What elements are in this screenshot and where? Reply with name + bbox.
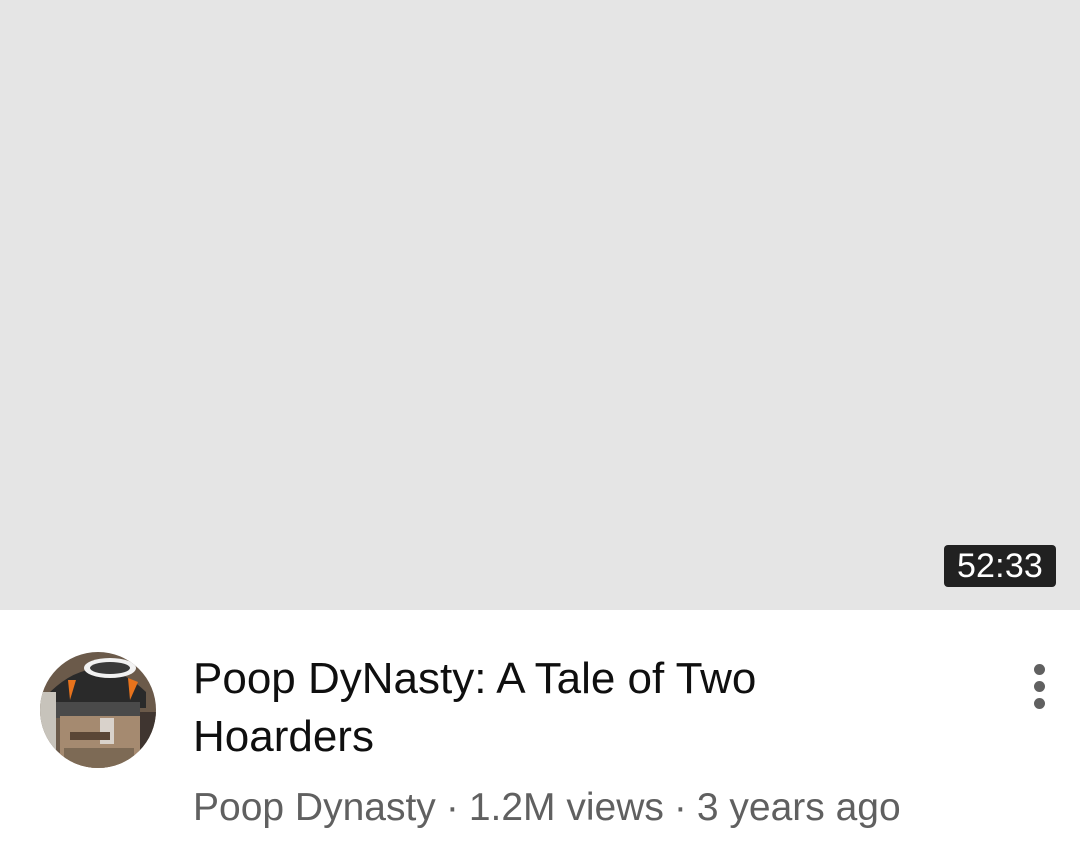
upload-age: 3 years ago: [696, 786, 901, 829]
video-title[interactable]: Poop DyNasty: A Tale of Two Hoarders: [193, 650, 933, 766]
video-thumbnail[interactable]: 52:33: [0, 0, 1080, 610]
channel-avatar[interactable]: [40, 652, 156, 768]
more-options-button[interactable]: [1010, 656, 1070, 716]
video-card: 52:33 Poop DyNasty: A Tale of Two Hoarde…: [0, 0, 1080, 868]
channel-name[interactable]: Poop Dynasty: [193, 786, 436, 829]
video-metadata: Poop Dynasty · 1.2M views · 3 years ago: [193, 782, 993, 834]
avatar-image: [40, 652, 156, 768]
duration-badge: 52:33: [944, 545, 1056, 587]
view-count: 1.2M views: [468, 786, 664, 829]
separator: ·: [445, 786, 459, 829]
separator: ·: [673, 786, 687, 829]
